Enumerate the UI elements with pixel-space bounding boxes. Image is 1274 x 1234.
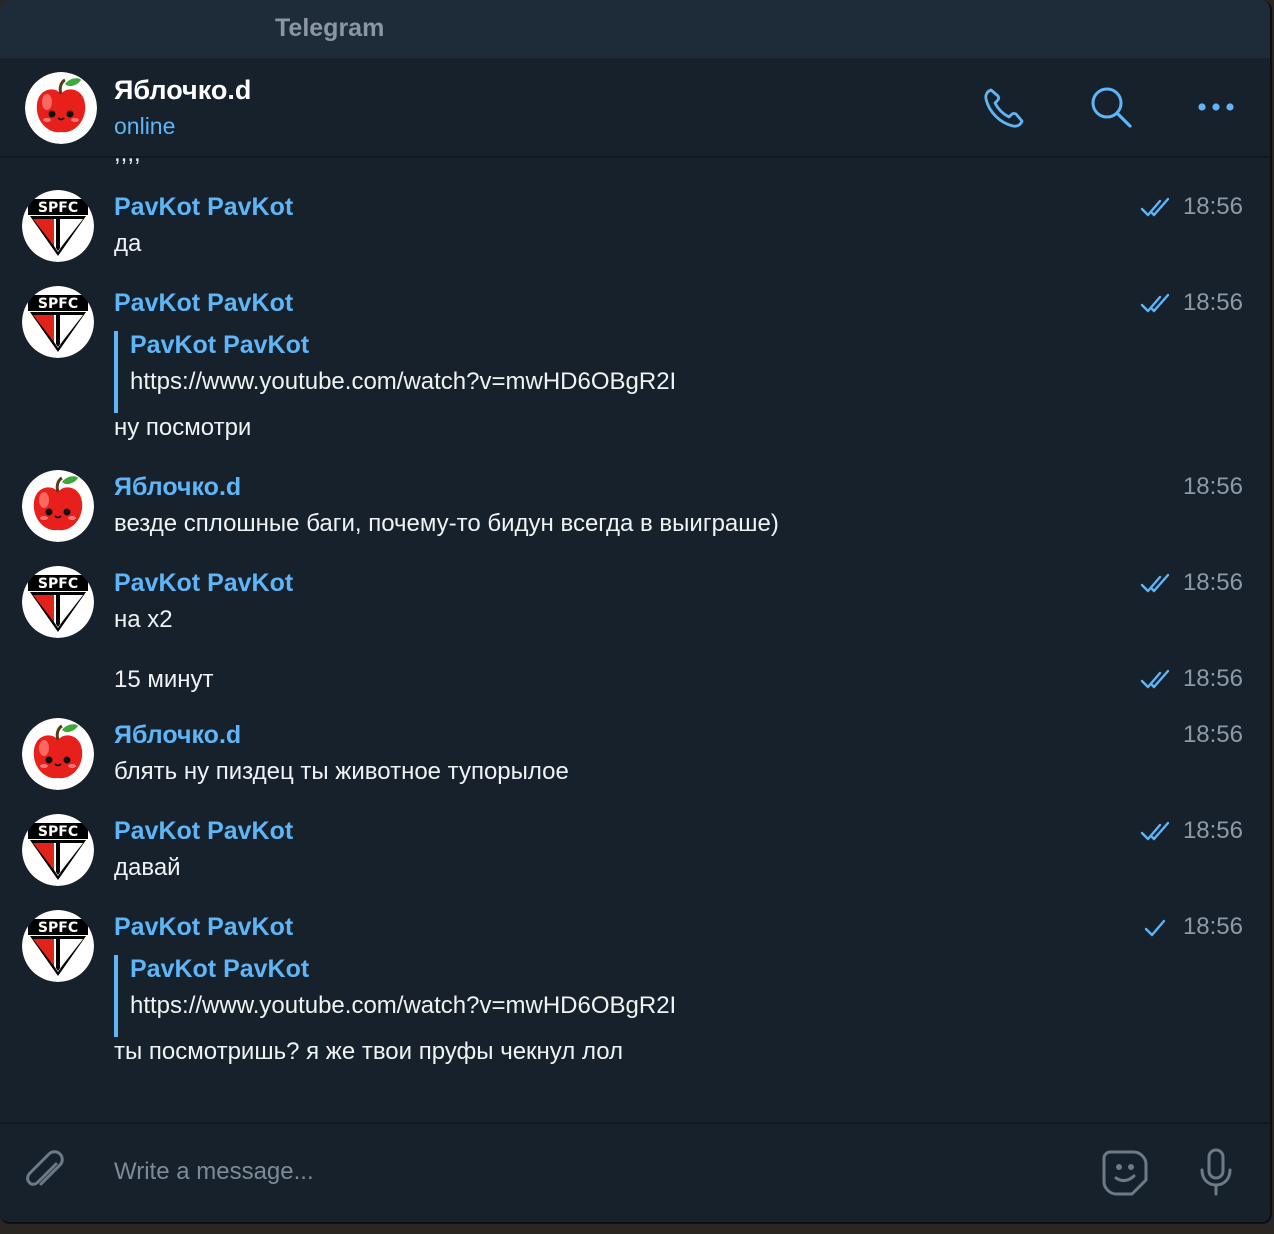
sender-name[interactable]: Яблочко.d — [114, 473, 241, 502]
sender-name[interactable]: PavKot PavKot — [114, 913, 293, 942]
message-time: 18:56 — [1182, 473, 1243, 500]
sender-avatar[interactable] — [22, 718, 94, 790]
message-text: 15 минут — [114, 666, 214, 693]
sender-avatar[interactable] — [22, 566, 94, 638]
message-text: да — [114, 230, 142, 257]
message-time: 18:56 — [1182, 289, 1243, 316]
sender-name[interactable]: PavKot PavKot — [114, 289, 293, 318]
double-check-icon — [1140, 669, 1172, 691]
message-text: на х2 — [114, 606, 173, 633]
message-text: везде сплошные баги, почему-то бидун все… — [114, 510, 779, 537]
double-check-icon — [1140, 821, 1172, 843]
sender-avatar[interactable] — [22, 470, 94, 542]
single-check-icon — [1140, 917, 1172, 939]
quote-sender: PavKot PavKot — [130, 331, 310, 359]
sender-name[interactable]: PavKot PavKot — [114, 569, 293, 598]
sticker-icon[interactable] — [1098, 1146, 1152, 1200]
title-bar[interactable]: Telegram — [0, 0, 1270, 58]
contact-status: online — [114, 113, 176, 139]
paperclip-icon[interactable] — [18, 1146, 72, 1200]
sender-avatar[interactable] — [22, 190, 94, 262]
sender-name[interactable]: PavKot PavKot — [114, 193, 293, 222]
phone-icon[interactable] — [980, 82, 1030, 132]
message-text: ну посмотри — [114, 414, 252, 441]
sender-avatar[interactable] — [22, 910, 94, 982]
message-time: 18:56 — [1182, 665, 1243, 692]
message-time: 18:56 — [1182, 913, 1243, 940]
message-list[interactable]: ,,,, PavKot PavKot да 18:56 PavKot PavKo… — [0, 158, 1270, 1122]
double-check-icon — [1140, 293, 1172, 315]
double-check-icon — [1140, 197, 1172, 219]
sender-name[interactable]: Яблочко.d — [114, 721, 241, 750]
message-input[interactable]: Write a message... — [114, 1158, 1014, 1186]
search-icon[interactable] — [1086, 82, 1136, 132]
more-icon[interactable] — [1192, 82, 1242, 132]
quote-link[interactable]: https://www.youtube.com/watch?v=mwHD6OBg… — [130, 368, 676, 396]
cut-off-message-text: ,,,, — [114, 158, 141, 168]
chat-header: Яблочко.d online — [0, 58, 1270, 158]
contact-avatar[interactable] — [25, 72, 97, 144]
telegram-window: Telegram Яблочко.d online ,,,, — [0, 0, 1272, 1224]
message-time: 18:56 — [1182, 721, 1243, 748]
sender-avatar[interactable] — [22, 814, 94, 886]
message-text: блять ну пиздец ты животное тупорылое — [114, 758, 569, 785]
double-check-icon — [1140, 573, 1172, 595]
microphone-icon[interactable] — [1190, 1146, 1244, 1200]
message-text: давай — [114, 854, 181, 881]
message-text: ты посмотришь? я же твои пруфы чекнул ло… — [114, 1038, 624, 1065]
message-time: 18:56 — [1182, 193, 1243, 220]
message-time: 18:56 — [1182, 817, 1243, 844]
quote-sender: PavKot PavKot — [130, 955, 310, 983]
forwarded-quote[interactable]: PavKot PavKot https://www.youtube.com/wa… — [114, 331, 786, 413]
window-title: Telegram — [275, 14, 385, 42]
forwarded-quote[interactable]: PavKot PavKot https://www.youtube.com/wa… — [114, 955, 786, 1037]
message-time: 18:56 — [1182, 569, 1243, 596]
quote-link[interactable]: https://www.youtube.com/watch?v=mwHD6OBg… — [130, 992, 676, 1020]
sender-name[interactable]: PavKot PavKot — [114, 817, 293, 846]
message-composer: Write a message... — [0, 1122, 1270, 1222]
sender-avatar[interactable] — [22, 286, 94, 358]
contact-name[interactable]: Яблочко.d — [114, 75, 251, 106]
